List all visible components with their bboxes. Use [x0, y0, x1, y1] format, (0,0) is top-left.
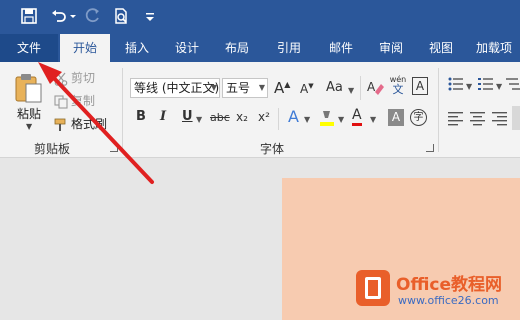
tab-references[interactable]: 引用 — [266, 34, 312, 62]
phonetic-guide-button[interactable]: wén 文 — [388, 75, 408, 95]
clipboard-group-label: 剪贴板 — [34, 142, 71, 156]
tab-insert[interactable]: 插入 — [114, 34, 160, 62]
copy-label: 复制 — [71, 94, 96, 108]
button-divider — [278, 108, 279, 130]
undo-icon[interactable] — [50, 7, 68, 25]
watermark-url: www.office26.com — [398, 294, 499, 307]
shrink-font-label: A — [300, 82, 309, 96]
undo-dropdown-icon[interactable] — [68, 7, 78, 25]
change-case-dropdown-icon[interactable]: ▼ — [348, 86, 354, 95]
font-group-label: 字体 — [260, 142, 285, 156]
clipboard-launcher-icon[interactable] — [110, 144, 118, 152]
format-painter-button[interactable]: 格式刷 — [54, 115, 107, 133]
character-border-button[interactable]: A — [412, 77, 428, 95]
watermark-title: Office教程网 — [396, 275, 503, 295]
font-name-value: 等线 (中文正文) — [134, 81, 220, 95]
highlight-color-icon[interactable] — [318, 108, 336, 128]
paste-button[interactable]: 粘贴 — [17, 105, 41, 122]
customize-icon[interactable] — [144, 7, 156, 25]
font-size-dropdown-icon[interactable]: ▼ — [259, 79, 265, 97]
cut-label: 剪切 — [71, 71, 96, 85]
font-size-value: 五号 — [226, 81, 251, 95]
paste-dropdown-icon[interactable]: ▼ — [26, 122, 32, 131]
text-effects-button[interactable]: A — [288, 107, 299, 126]
grow-font-label: A — [274, 79, 285, 97]
tab-view[interactable]: 视图 — [418, 34, 464, 62]
grow-font-button[interactable]: A▲ — [274, 79, 290, 97]
font-color-dropdown-icon[interactable]: ▼ — [370, 115, 376, 124]
scissors-icon — [54, 72, 68, 86]
tab-mailings[interactable]: 邮件 — [318, 34, 364, 62]
paste-icon[interactable] — [14, 72, 44, 104]
multilevel-list-icon[interactable] — [506, 76, 520, 92]
format-painter-icon — [54, 118, 68, 132]
font-name-dropdown-icon[interactable]: ▼ — [211, 79, 217, 97]
superscript-button[interactable]: x² — [258, 110, 270, 124]
subscript-button[interactable]: x₂ — [236, 110, 248, 124]
change-case-button[interactable]: Aa — [326, 80, 343, 95]
align-left-icon[interactable] — [448, 110, 464, 126]
cut-button[interactable]: 剪切 — [54, 69, 95, 87]
text-effects-dropdown-icon[interactable]: ▼ — [304, 115, 310, 124]
tab-addins[interactable]: 加载项 — [468, 34, 520, 62]
copy-button[interactable]: 复制 — [54, 92, 95, 110]
group-divider — [122, 68, 123, 152]
save-icon[interactable] — [20, 7, 38, 25]
format-painter-label: 格式刷 — [71, 117, 108, 131]
tab-design[interactable]: 设计 — [164, 34, 210, 62]
shrink-font-button[interactable]: A▼ — [300, 82, 314, 96]
character-border-label: A — [415, 79, 425, 93]
copy-icon — [54, 94, 68, 109]
bullets-dropdown-icon[interactable]: ▼ — [466, 82, 472, 91]
underline-button[interactable]: U — [182, 109, 193, 124]
justify-icon[interactable] — [512, 106, 520, 130]
tab-home[interactable]: 开始 — [60, 34, 110, 62]
change-case-label: Aa — [326, 80, 343, 95]
quick-access-toolbar — [0, 0, 520, 34]
redo-icon[interactable] — [84, 7, 102, 25]
bullets-icon[interactable] — [448, 76, 464, 92]
align-center-icon[interactable] — [470, 110, 486, 126]
font-name-combo[interactable]: 等线 (中文正文) ▼ — [130, 78, 220, 98]
numbering-icon[interactable] — [478, 76, 494, 92]
clear-formatting-icon[interactable]: A — [366, 78, 384, 98]
font-launcher-icon[interactable] — [426, 144, 434, 152]
svg-text:A: A — [367, 80, 376, 94]
character-shading-button[interactable]: A — [388, 109, 404, 126]
highlight-dropdown-icon[interactable]: ▼ — [338, 115, 344, 124]
font-size-combo[interactable]: 五号 ▼ — [222, 78, 268, 98]
italic-button[interactable]: I — [160, 109, 166, 124]
group-divider — [438, 68, 439, 152]
tab-layout[interactable]: 布局 — [214, 34, 260, 62]
align-right-icon[interactable] — [492, 110, 508, 126]
font-color-button[interactable]: A — [352, 107, 362, 126]
underline-dropdown-icon[interactable]: ▼ — [196, 115, 202, 124]
office-logo-icon — [356, 270, 390, 306]
button-divider — [360, 76, 361, 100]
tab-file[interactable]: 文件 — [0, 34, 58, 62]
phonetic-guide-char: 文 — [392, 83, 404, 96]
bold-button[interactable]: B — [136, 109, 146, 124]
ribbon: 粘贴 ▼ 剪切 复制 格式刷 剪贴板 等线 (中文正文) ▼ 五号 ▼ A▲ A… — [0, 62, 520, 158]
ribbon-tab-bar: 文件 开始 插入 设计 布局 引用 邮件 审阅 视图 加载项 — [0, 34, 520, 62]
watermark: Office教程网 www.office26.com — [356, 268, 520, 320]
tab-review[interactable]: 审阅 — [368, 34, 414, 62]
numbering-dropdown-icon[interactable]: ▼ — [496, 82, 502, 91]
strikethrough-button[interactable]: abc — [210, 111, 230, 124]
enclose-characters-button[interactable]: 字 — [410, 109, 427, 126]
print-preview-icon[interactable] — [112, 7, 130, 25]
